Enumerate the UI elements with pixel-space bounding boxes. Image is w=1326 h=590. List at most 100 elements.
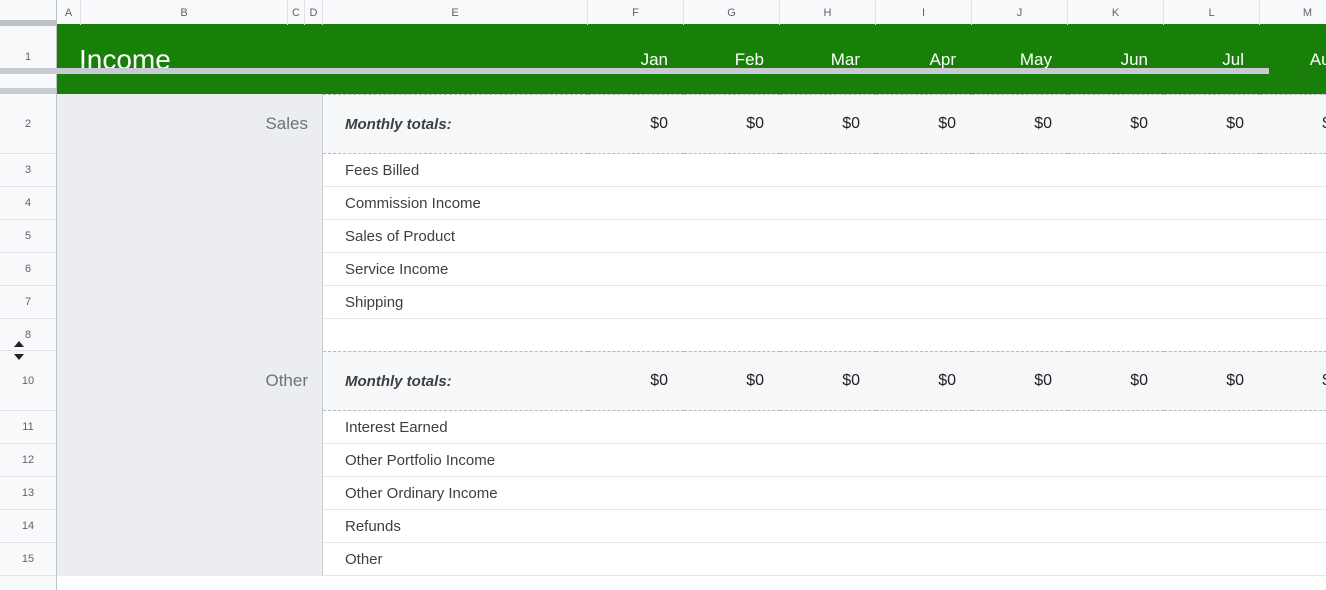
total-sales-feb[interactable]: $0 xyxy=(684,94,780,154)
line-item-value[interactable] xyxy=(684,411,780,444)
line-item-value[interactable] xyxy=(1068,286,1164,319)
line-item-value[interactable] xyxy=(972,220,1068,253)
line-item-value[interactable] xyxy=(1260,220,1326,253)
line-item-value[interactable] xyxy=(684,187,780,220)
column-header-g[interactable]: G xyxy=(684,0,780,25)
row-header-6[interactable]: 6 xyxy=(0,253,56,286)
row-header-14[interactable]: 14 xyxy=(0,510,56,543)
month-header-mar[interactable]: Mar xyxy=(780,26,876,94)
column-header-m[interactable]: M xyxy=(1260,0,1326,25)
line-item-value[interactable] xyxy=(972,411,1068,444)
line-item-value[interactable] xyxy=(588,411,684,444)
line-item-value[interactable] xyxy=(588,154,684,187)
line-item-value[interactable] xyxy=(876,411,972,444)
line-item-value[interactable] xyxy=(1068,187,1164,220)
line-item-value[interactable] xyxy=(1260,253,1326,286)
month-header-feb[interactable]: Feb xyxy=(684,26,780,94)
line-item-value[interactable] xyxy=(588,444,684,477)
line-item-value[interactable] xyxy=(684,220,780,253)
line-item-name[interactable]: Other Ordinary Income xyxy=(323,477,588,510)
total-other-mar[interactable]: $0 xyxy=(780,351,876,411)
line-item-value[interactable] xyxy=(1260,444,1326,477)
line-item-name[interactable]: Refunds xyxy=(323,510,588,543)
column-header-h[interactable]: H xyxy=(780,0,876,25)
line-item-value[interactable] xyxy=(588,187,684,220)
line-item-value[interactable] xyxy=(972,543,1068,576)
line-item-value[interactable] xyxy=(780,154,876,187)
line-item-value[interactable] xyxy=(1068,510,1164,543)
line-item-value[interactable] xyxy=(1260,187,1326,220)
line-item-value[interactable] xyxy=(876,477,972,510)
line-item-value[interactable] xyxy=(588,510,684,543)
total-other-may[interactable]: $0 xyxy=(972,351,1068,411)
line-item-value[interactable] xyxy=(876,286,972,319)
line-item-value[interactable] xyxy=(876,220,972,253)
line-item-name[interactable]: Shipping xyxy=(323,286,588,319)
month-header-jan[interactable]: Jan xyxy=(588,26,684,94)
line-item-value[interactable] xyxy=(972,477,1068,510)
total-other-feb[interactable]: $0 xyxy=(684,351,780,411)
column-header-k[interactable]: K xyxy=(1068,0,1164,25)
line-item-value[interactable] xyxy=(972,253,1068,286)
total-sales-jan[interactable]: $0 xyxy=(588,94,684,154)
line-item-name[interactable]: Other Portfolio Income xyxy=(323,444,588,477)
total-other-aug[interactable]: $0 xyxy=(1260,351,1326,411)
line-item-name[interactable]: Sales of Product xyxy=(323,220,588,253)
column-header-l[interactable]: L xyxy=(1164,0,1260,25)
expand-hidden-row-down-icon[interactable] xyxy=(14,354,24,360)
line-item-value[interactable] xyxy=(780,510,876,543)
line-item-value[interactable] xyxy=(876,187,972,220)
line-item-value[interactable] xyxy=(876,543,972,576)
line-item-name[interactable]: Commission Income xyxy=(323,187,588,220)
line-item-value[interactable] xyxy=(588,286,684,319)
line-item-value[interactable] xyxy=(972,444,1068,477)
line-item-value[interactable] xyxy=(1164,543,1260,576)
line-item-value[interactable] xyxy=(972,286,1068,319)
line-item-value[interactable] xyxy=(780,411,876,444)
column-header-a[interactable]: A xyxy=(57,0,81,25)
month-header-jun[interactable]: Jun xyxy=(1068,26,1164,94)
line-item-value[interactable] xyxy=(1260,411,1326,444)
row-header-15[interactable]: 15 xyxy=(0,543,56,576)
row-header-7[interactable]: 7 xyxy=(0,286,56,319)
line-item-name[interactable]: Service Income xyxy=(323,253,588,286)
line-item-value[interactable] xyxy=(684,253,780,286)
row-header-10[interactable]: 10 xyxy=(0,351,56,411)
line-item-value[interactable] xyxy=(684,510,780,543)
line-item-value[interactable] xyxy=(1260,286,1326,319)
line-item-value[interactable] xyxy=(684,444,780,477)
total-sales-mar[interactable]: $0 xyxy=(780,94,876,154)
line-item-value[interactable] xyxy=(1260,510,1326,543)
line-item-value[interactable] xyxy=(876,444,972,477)
line-item-value[interactable] xyxy=(1260,477,1326,510)
line-item-name[interactable]: Fees Billed xyxy=(323,154,588,187)
row-header-3[interactable]: 3 xyxy=(0,154,56,187)
line-item-value[interactable] xyxy=(972,187,1068,220)
line-item-value[interactable] xyxy=(684,543,780,576)
line-item-value[interactable] xyxy=(1164,477,1260,510)
row-header-8[interactable]: 8 xyxy=(0,319,56,351)
line-item-value[interactable] xyxy=(780,444,876,477)
total-sales-apr[interactable]: $0 xyxy=(876,94,972,154)
line-item-value[interactable] xyxy=(1068,154,1164,187)
column-header-i[interactable]: I xyxy=(876,0,972,25)
line-item-value[interactable] xyxy=(1068,411,1164,444)
line-item-value[interactable] xyxy=(1068,220,1164,253)
total-other-jan[interactable]: $0 xyxy=(588,351,684,411)
line-item-value[interactable] xyxy=(1068,543,1164,576)
line-item-value[interactable] xyxy=(780,477,876,510)
total-other-apr[interactable]: $0 xyxy=(876,351,972,411)
line-item-value[interactable] xyxy=(588,253,684,286)
column-header-e[interactable]: E xyxy=(323,0,588,25)
column-header-j[interactable]: J xyxy=(972,0,1068,25)
column-header-d[interactable]: D xyxy=(305,0,323,25)
line-item-value[interactable] xyxy=(588,477,684,510)
column-header-b[interactable]: B xyxy=(81,0,288,25)
line-item-value[interactable] xyxy=(1068,444,1164,477)
row-header-5[interactable]: 5 xyxy=(0,220,56,253)
line-item-value[interactable] xyxy=(780,286,876,319)
row-header-4[interactable]: 4 xyxy=(0,187,56,220)
line-item-value[interactable] xyxy=(780,220,876,253)
line-item-value[interactable] xyxy=(876,510,972,543)
total-other-jun[interactable]: $0 xyxy=(1068,351,1164,411)
